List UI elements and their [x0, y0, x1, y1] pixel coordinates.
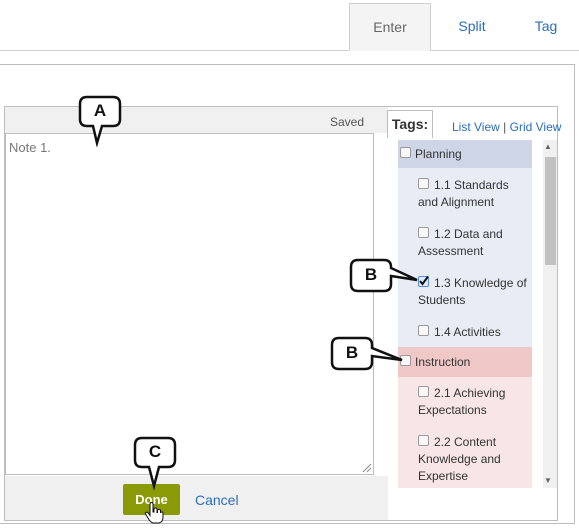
tag-item[interactable]: 1.4 Activities — [398, 323, 532, 345]
callout-label: A — [93, 101, 107, 120]
note-textarea[interactable] — [5, 133, 374, 475]
cancel-link[interactable]: Cancel — [195, 492, 239, 508]
category-label: Instruction — [415, 355, 471, 369]
category-planning[interactable]: Planning — [398, 140, 532, 168]
tab-split[interactable]: Split — [440, 3, 504, 51]
tag-label: 1.3 Knowledge of Students — [418, 276, 527, 307]
category-label: Planning — [415, 147, 462, 161]
tag-label: 2.2 Content Knowledge and Expertise — [418, 435, 501, 483]
tag-label: 1.1 Standards and Alignment — [418, 178, 509, 209]
scroll-down-arrow-icon[interactable]: ▼ — [544, 476, 552, 485]
tag-item[interactable]: 1.1 Standards and Alignment — [398, 176, 532, 216]
list-view-link[interactable]: List View — [452, 120, 500, 134]
scrollbar-thumb[interactable] — [545, 157, 556, 265]
hand-cursor-icon — [144, 502, 164, 524]
tag-label: 1.4 Activities — [434, 325, 501, 339]
save-status: Saved — [330, 115, 365, 129]
tag-item[interactable]: 2.2 Content Knowledge and Expertise — [398, 433, 532, 488]
resize-handle-icon[interactable] — [362, 463, 372, 473]
callout-label: B — [364, 265, 378, 284]
tag-label: 1.2 Data and Assessment — [418, 227, 503, 258]
tags-heading: Tags: — [387, 110, 433, 138]
callout-label: C — [148, 442, 162, 461]
tag-item[interactable]: 2.1 Achieving Expectations — [398, 384, 532, 424]
scroll-up-arrow-icon[interactable]: ▲ — [544, 142, 552, 151]
category-instruction[interactable]: Instruction — [398, 347, 532, 377]
callout-label: B — [345, 343, 359, 362]
checkbox[interactable] — [418, 325, 429, 336]
view-switcher: List View | Grid View — [452, 120, 561, 134]
note-text: Note 1. — [9, 140, 51, 155]
tab-enter[interactable]: Enter — [349, 3, 431, 51]
view-separator: | — [503, 120, 507, 134]
tab-tag[interactable]: Tag — [520, 3, 572, 51]
grid-view-link[interactable]: Grid View — [510, 120, 562, 134]
checkbox[interactable] — [400, 147, 411, 158]
tag-label: 2.1 Achieving Expectations — [418, 386, 506, 417]
